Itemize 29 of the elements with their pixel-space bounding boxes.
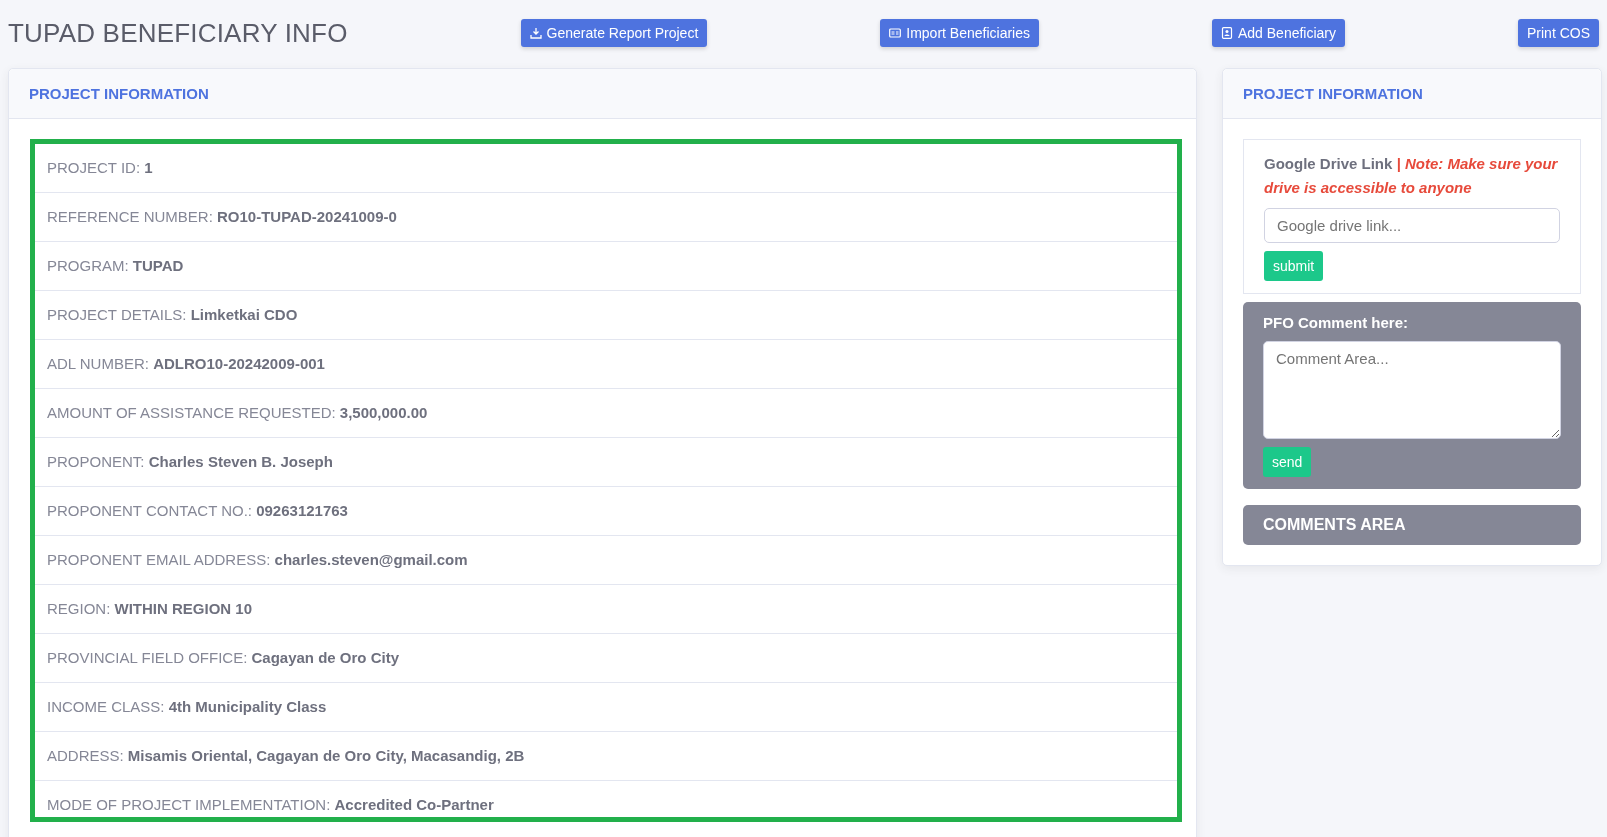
download-icon	[529, 27, 542, 39]
info-row: PROJECT ID: 1	[35, 144, 1177, 193]
info-row: ADL NUMBER: ADLRO10-20242009-001	[35, 340, 1177, 389]
drive-link-label: Google Drive Link | Note: Make sure your drive is accessible to anyone	[1264, 154, 1559, 198]
comment-label: PFO Comment here:	[1263, 314, 1410, 331]
card-header: PROJECT INFORMATION	[9, 69, 1196, 119]
comments-area-header: COMMENTS AREA	[1243, 505, 1581, 545]
info-row: PROPONENT EMAIL ADDRESS: charles.steven@gmail.com	[35, 536, 1177, 585]
toolbar-button[interactable]: Add Beneficiary	[1211, 19, 1345, 47]
info-row: PROJECT DETAILS: Limketkai CDO	[35, 291, 1177, 340]
info-row: PROGRAM: TUPAD	[35, 242, 1177, 291]
info-row: PROPONENT: Charles Steven B. Joseph	[35, 438, 1177, 487]
info-row: ADDRESS: Misamis Oriental, Cagayan de Oro City, Macasandig, 2B	[35, 732, 1177, 781]
info-row: PROPONENT CONTACT NO.: 09263121763	[35, 487, 1177, 536]
toolbar-button[interactable]: Print COS	[1518, 19, 1599, 47]
drive-link-field[interactable]: Google drive link...	[1264, 208, 1560, 243]
toolbar-button[interactable]: Generate Report Project	[520, 19, 708, 47]
info-row: AMOUNT OF ASSISTANCE REQUESTED: 3,500,000.00	[35, 389, 1177, 438]
info-row: REFERENCE NUMBER: RO10-TUPAD-20241009-0	[35, 193, 1177, 242]
contact-book-icon	[1220, 27, 1233, 39]
info-row: INCOME CLASS: 4th Municipality Class	[35, 683, 1177, 732]
comment-field[interactable]: Comment Area...	[1263, 341, 1561, 439]
info-row-text: MODE OF PROJECT IMPLEMENTATION: Accredited Co-Partner	[46, 795, 495, 815]
id-card-icon	[889, 27, 902, 39]
info-row: PROVINCIAL FIELD OFFICE: Cagayan de Oro City	[35, 634, 1177, 683]
info-row: REGION: WITHIN REGION 10	[35, 585, 1177, 634]
page-title: TUPAD BENEFICIARY INFO	[8, 17, 348, 49]
card-header: PROJECT INFORMATION	[1223, 69, 1601, 119]
toolbar-button[interactable]: Import Beneficiaries	[880, 19, 1039, 47]
